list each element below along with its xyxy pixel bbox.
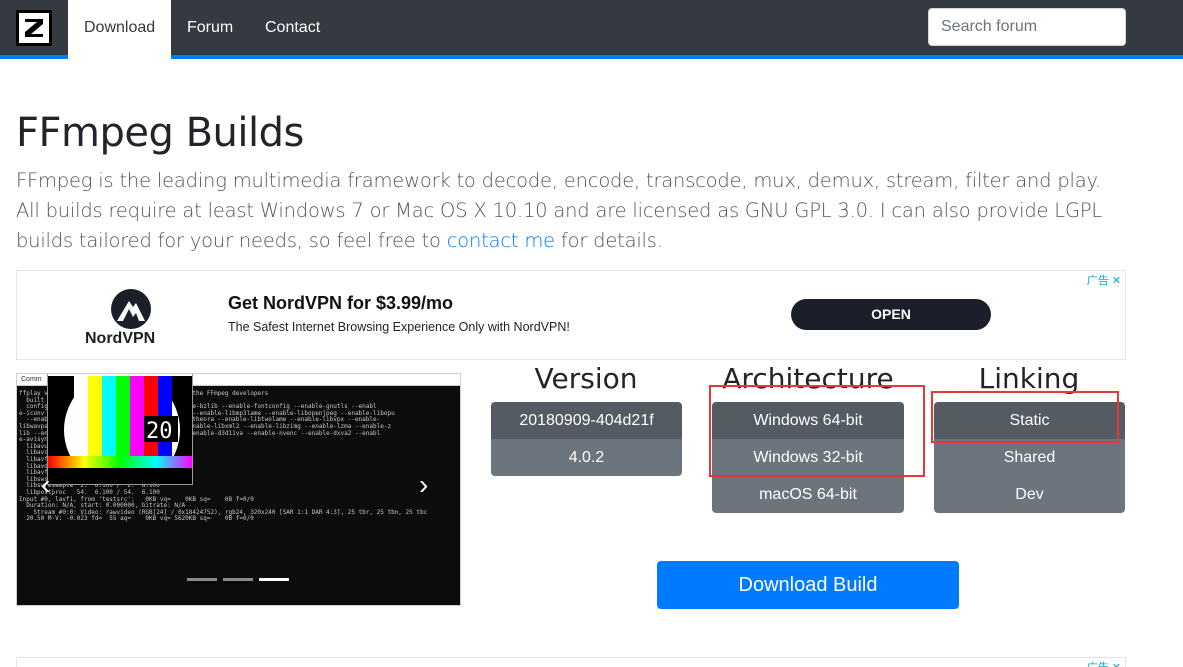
page-title: FFmpeg Builds (16, 110, 304, 156)
ad-close-icon[interactable]: 广告 ✕ (1087, 272, 1121, 288)
ad-open-button[interactable]: OPEN (791, 299, 991, 330)
contact-me-link[interactable]: contact me (447, 229, 555, 252)
search-forum-input[interactable] (928, 8, 1126, 46)
test-pattern: 20 (48, 376, 192, 484)
linking-option-shared[interactable]: Shared (934, 439, 1125, 476)
version-option-20180909[interactable]: 20180909-404d21f (491, 402, 682, 439)
download-build-button[interactable]: Download Build (657, 561, 959, 609)
nordvpn-logo: NordVPN (77, 285, 187, 351)
version-heading: Version (534, 362, 638, 395)
ad-banner-2[interactable]: 广告 ✕ (16, 657, 1126, 667)
carousel-indicator[interactable] (187, 578, 217, 581)
ad-brand: NordVPN (85, 330, 156, 347)
ad-banner[interactable]: NordVPN Get NordVPN for $3.99/mo The Saf… (16, 270, 1126, 360)
ad-close-icon[interactable]: 广告 ✕ (1087, 659, 1121, 667)
page-lead: FFmpeg is the leading multimedia framewo… (16, 166, 1126, 256)
nav-download[interactable]: Download (68, 0, 172, 59)
mountain-icon (111, 289, 151, 329)
nav-forum[interactable]: Forum (171, 0, 249, 59)
carousel-indicator[interactable] (223, 578, 253, 581)
version-option-4-0-2[interactable]: 4.0.2 (491, 439, 682, 476)
annotation-highlight-linking (931, 391, 1119, 443)
carousel-prev-icon[interactable]: ‹ (41, 469, 50, 501)
arch-option-macos64[interactable]: macOS 64-bit (712, 476, 904, 513)
console-title: Comm (21, 376, 42, 383)
carousel-next-icon[interactable]: › (419, 469, 428, 501)
frame-counter: 20 (146, 419, 173, 444)
lead-text-end: for details. (554, 229, 663, 252)
screenshot-carousel[interactable]: Comm ffplay v 2003-2017 the FFmpeg devel… (16, 373, 461, 606)
testsrc-window: testsrc — ☐ ✕ (47, 374, 193, 485)
ad-subtitle: The Safest Internet Browsing Experience … (228, 320, 570, 334)
ad-title[interactable]: Get NordVPN for $3.99/mo (228, 293, 453, 314)
annotation-highlight-architecture (709, 385, 925, 477)
linking-option-dev[interactable]: Dev (934, 476, 1125, 513)
zeranoe-logo-icon[interactable] (16, 10, 52, 46)
console-line: 20.50 M-V: -0.023 fd= 55 aq= 0KB vq= 562… (19, 515, 254, 523)
carousel-indicator-active[interactable] (259, 578, 289, 581)
nav-contact[interactable]: Contact (249, 0, 336, 59)
